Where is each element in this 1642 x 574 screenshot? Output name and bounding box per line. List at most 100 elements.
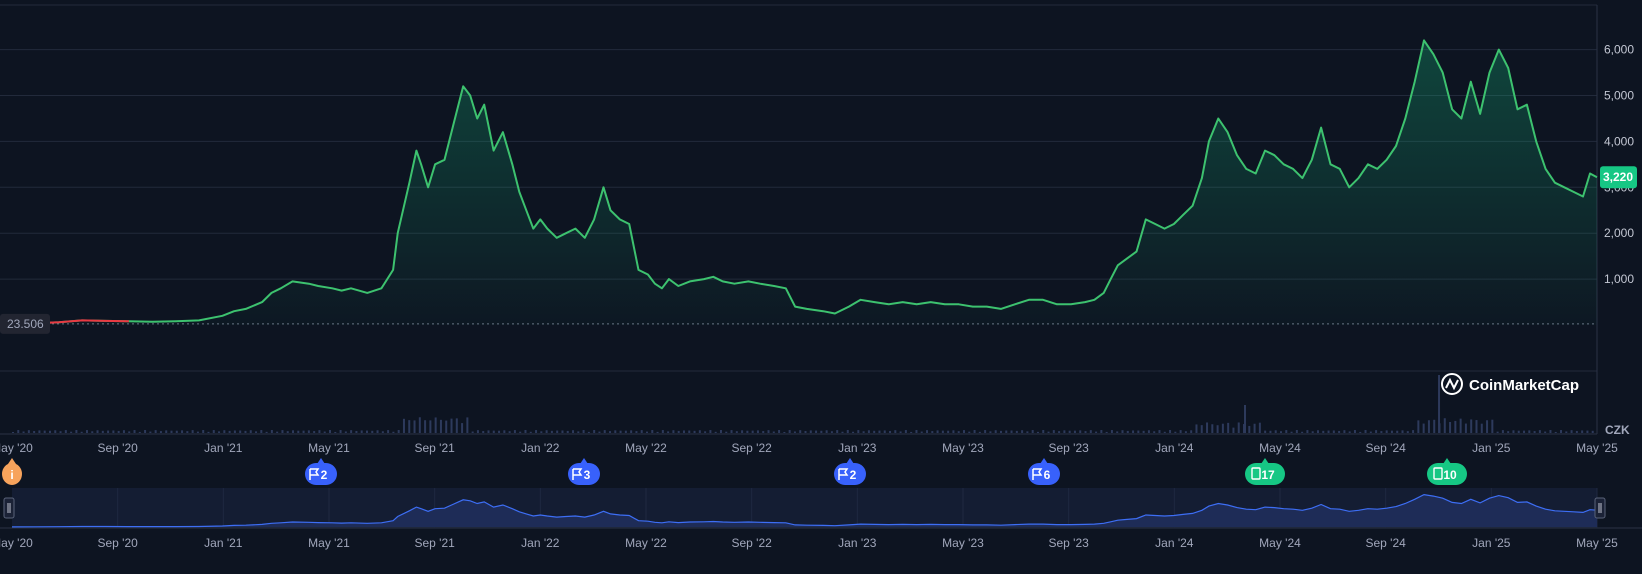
volume-bar	[1036, 431, 1039, 433]
volume-bar	[318, 430, 321, 433]
volume-bar	[487, 430, 490, 433]
volume-bar	[54, 430, 57, 433]
navigator-right-handle[interactable]	[1594, 497, 1606, 519]
volume-bar	[154, 430, 157, 433]
volume-bar	[1237, 422, 1240, 433]
event-marker-flag[interactable]: 3	[568, 458, 600, 485]
volume-bar	[117, 430, 120, 433]
x-tick-label: Jan '24	[1155, 441, 1194, 455]
volume-bar	[820, 430, 823, 433]
volume-bar	[1058, 431, 1061, 433]
volume-bar	[344, 431, 347, 433]
volume-bar	[873, 430, 876, 433]
volume-bar	[191, 430, 194, 433]
volume-bar	[1533, 431, 1536, 433]
volume-bar	[1280, 431, 1282, 433]
volume-bar	[889, 430, 892, 433]
volume-bar	[207, 431, 210, 433]
event-marker-flag[interactable]: 2	[305, 458, 337, 485]
volume-bar	[1068, 430, 1071, 433]
event-marker-doc[interactable]: 10	[1427, 458, 1467, 485]
event-count: 2	[850, 468, 857, 482]
volume-bar	[323, 431, 326, 433]
volume-bar	[64, 430, 67, 433]
volume-bar	[1248, 425, 1251, 433]
volume-bar	[619, 430, 622, 433]
event-markers[interactable]: i 2 3 2 6 17 10	[2, 458, 1467, 485]
volume-bar	[1258, 422, 1261, 433]
navigator-left-handle[interactable]	[3, 497, 15, 519]
volume-bar	[1232, 427, 1235, 433]
volume-bar	[904, 430, 907, 433]
volume-bar	[1153, 431, 1156, 433]
volume-bar	[524, 430, 527, 433]
volume-bar	[38, 430, 41, 433]
y-tick-label: 5,000	[1604, 89, 1634, 103]
event-count: i	[10, 468, 13, 482]
volume-bar	[429, 420, 432, 433]
navigator-x-tick-label: Sep '20	[98, 536, 139, 550]
volume-bar	[492, 430, 495, 433]
volume-bar	[133, 430, 136, 433]
volume-bar	[624, 430, 627, 433]
volume-bar	[1079, 430, 1082, 433]
volume-bar	[519, 431, 522, 433]
event-marker-flag[interactable]: 6	[1028, 458, 1060, 485]
volume-bar	[1243, 405, 1246, 433]
drag-handle-icon[interactable]	[1594, 497, 1606, 519]
price-chart: 1,0002,0003,0004,0005,0006,00023.5063,22…	[0, 4, 1642, 550]
volume-bar	[1311, 431, 1314, 433]
volume-bar	[392, 431, 395, 433]
volume-bar	[867, 430, 870, 433]
brand-label: CoinMarketCap	[1469, 377, 1579, 394]
volume-bar	[756, 430, 759, 433]
volume-bar	[450, 418, 453, 433]
volume-bar	[667, 431, 670, 433]
volume-bar	[1073, 430, 1076, 433]
navigator-x-tick-label: May '23	[942, 536, 984, 550]
volume-bar	[535, 430, 538, 433]
y-tick-label: 2,000	[1604, 226, 1634, 240]
volume-bar	[614, 430, 617, 433]
volume-bar	[640, 430, 643, 433]
coinmarketcap-watermark: CoinMarketCap	[1441, 373, 1579, 395]
y-tick-label: 6,000	[1604, 43, 1634, 57]
drag-handle-icon[interactable]	[3, 497, 15, 519]
volume-bar	[704, 431, 707, 433]
volume-bar	[1554, 431, 1557, 433]
volume-bar	[365, 430, 368, 433]
volume-bar	[656, 431, 659, 433]
volume-bar	[1211, 424, 1214, 433]
x-tick-label: May '25	[1576, 441, 1618, 455]
volume-bar	[1449, 421, 1452, 433]
volume-bar	[376, 430, 379, 433]
volume-bar	[249, 430, 252, 433]
start-price-label: 23.506	[7, 317, 44, 331]
volume-bar	[1105, 431, 1108, 433]
volume-bar	[334, 431, 337, 433]
volume-bar	[709, 430, 712, 433]
volume-bar	[1385, 430, 1388, 433]
volume-bar	[281, 430, 284, 433]
volume-bar	[276, 431, 279, 433]
volume-bar	[999, 430, 1002, 433]
volume-bar	[994, 430, 997, 433]
volume-bar	[1174, 431, 1177, 433]
event-marker-flag[interactable]: 2	[834, 458, 866, 485]
x-tick-label: Jan '25	[1472, 441, 1511, 455]
volume-bar	[307, 430, 310, 433]
x-tick-label: Sep '24	[1366, 441, 1407, 455]
event-marker-info[interactable]: i	[2, 458, 22, 485]
event-marker-doc[interactable]: 17	[1245, 458, 1285, 485]
volume-bar	[313, 431, 316, 433]
volume-bar	[1470, 419, 1473, 433]
volume-bar	[1438, 375, 1441, 433]
range-navigator[interactable]	[0, 488, 1642, 529]
volume-bar	[815, 430, 818, 433]
volume-bar	[1132, 430, 1135, 433]
volume-bar	[186, 431, 189, 433]
volume-bar	[1396, 430, 1399, 433]
volume-bar	[1433, 419, 1436, 433]
volume-bar	[1084, 431, 1087, 433]
volume-bar	[952, 430, 955, 433]
